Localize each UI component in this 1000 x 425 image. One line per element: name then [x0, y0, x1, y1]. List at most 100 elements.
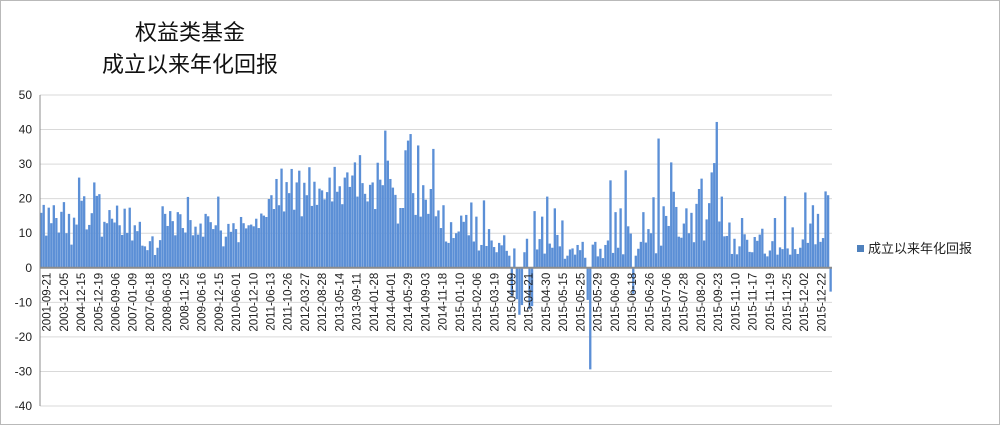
data-bar — [356, 196, 359, 268]
data-bar — [247, 225, 250, 268]
x-tick-label: 2012-03-27 — [300, 273, 312, 332]
data-bar — [621, 254, 625, 268]
data-bar — [692, 242, 696, 268]
data-bar — [143, 246, 147, 268]
data-bar — [520, 267, 524, 306]
data-bar — [300, 216, 303, 268]
data-bar — [427, 213, 430, 268]
data-bar — [257, 228, 260, 268]
data-bar — [338, 186, 341, 268]
data-bar — [158, 240, 162, 268]
data-bar — [432, 148, 435, 268]
data-bar — [98, 194, 101, 268]
x-tick-label: 2015-01-10 — [455, 273, 467, 332]
x-tick-label: 2015-04-09 — [507, 273, 519, 332]
data-bar — [786, 248, 789, 268]
data-bar — [761, 228, 764, 268]
x-tick-label: 2015-12-22 — [816, 273, 828, 332]
data-bar — [804, 192, 807, 268]
x-tick-label: 2013-09-11 — [352, 273, 364, 331]
x-tick-label: 2015-06-26 — [644, 273, 656, 332]
y-tick-label: 20 — [19, 192, 33, 206]
x-tick-label: 2012-08-28 — [317, 273, 329, 332]
x-tick-label: 2015-05-25 — [575, 273, 587, 332]
data-bar — [80, 200, 83, 268]
data-bar — [500, 245, 503, 268]
data-bar — [444, 241, 448, 268]
data-bar — [252, 226, 255, 268]
data-bar — [141, 245, 144, 268]
data-bar — [480, 244, 483, 268]
x-tick-label: 2015-11-17 — [748, 273, 760, 331]
data-bar — [649, 233, 653, 268]
data-bar — [295, 182, 298, 268]
data-bar — [262, 215, 265, 268]
data-bar — [702, 240, 706, 268]
data-bar — [546, 196, 549, 268]
data-bar — [313, 181, 316, 268]
data-bar — [829, 267, 832, 292]
data-bar — [214, 225, 217, 268]
data-bar — [629, 233, 632, 268]
x-tick-label: 2005-12-19 — [93, 273, 105, 332]
data-bar — [417, 145, 420, 268]
data-bar — [62, 202, 66, 268]
data-bar — [406, 140, 410, 268]
data-bar — [371, 182, 374, 268]
data-bar — [743, 234, 746, 268]
data-bar — [460, 215, 463, 268]
data-bar — [670, 162, 673, 268]
data-bar — [95, 195, 98, 268]
data-bar — [320, 190, 324, 268]
data-bar — [642, 212, 645, 268]
x-tick-label: 2015-11-10 — [730, 273, 742, 331]
data-bar — [422, 185, 425, 268]
data-bar — [70, 244, 73, 268]
data-bar — [467, 235, 470, 268]
data-bar — [652, 197, 655, 268]
data-bar — [773, 218, 777, 268]
data-bar — [720, 196, 723, 268]
data-bar — [361, 183, 364, 268]
data-bar — [186, 196, 190, 268]
data-bar — [781, 249, 784, 268]
data-bar — [348, 186, 352, 268]
data-bar — [237, 242, 240, 268]
data-bar — [250, 224, 253, 268]
data-bar — [523, 252, 526, 268]
data-bar — [166, 225, 169, 268]
legend: 成立以来年化回报 — [857, 242, 972, 257]
data-bar — [153, 254, 157, 268]
data-bar — [341, 204, 344, 268]
data-bar — [538, 239, 541, 268]
data-bar — [589, 267, 592, 370]
data-bar — [725, 235, 729, 268]
x-tick-label: 2015-11-25 — [782, 273, 794, 331]
x-tick-label: 2015-08-20 — [696, 273, 708, 332]
data-bar — [624, 170, 627, 268]
data-bar — [571, 248, 574, 268]
data-bar — [723, 236, 726, 268]
x-tick-label: 2015-05-29 — [593, 273, 605, 332]
data-bar — [543, 253, 546, 268]
data-bar — [637, 248, 640, 268]
x-tick-label: 2015-11-19 — [765, 273, 777, 331]
data-bar — [110, 218, 114, 268]
data-bar — [409, 134, 412, 268]
x-tick-label: 2014-04-01 — [386, 273, 398, 332]
legend-label: 成立以来年化回报 — [868, 242, 972, 257]
data-bar — [505, 250, 508, 268]
data-bar — [599, 248, 602, 268]
y-tick-label: 10 — [19, 226, 33, 240]
x-tick-label: 2015-04-30 — [541, 273, 553, 332]
data-bar — [55, 218, 58, 268]
data-bar — [232, 223, 235, 268]
data-bar — [672, 191, 675, 268]
data-bar — [133, 225, 136, 268]
data-bar — [465, 214, 468, 268]
data-bar — [169, 211, 172, 268]
data-bar — [267, 199, 271, 268]
data-bar — [675, 206, 678, 268]
data-bar — [596, 256, 600, 268]
data-bar — [452, 238, 455, 268]
